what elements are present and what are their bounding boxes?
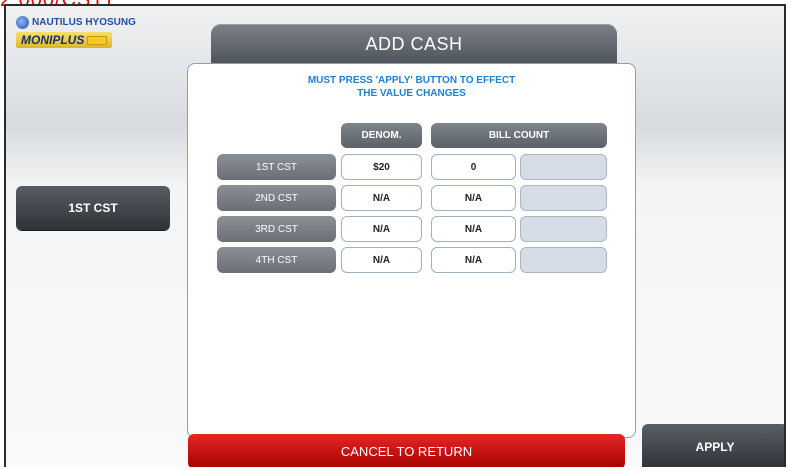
apply-button[interactable]: APPLY [642, 424, 784, 467]
extra-field [520, 247, 607, 273]
cassette-label: 3RD CST [217, 216, 336, 242]
cancel-to-return-button[interactable]: CANCEL TO RETURN [188, 434, 625, 467]
bill-count-field[interactable]: N/A [431, 247, 516, 273]
column-header-bill-count: BILL COUNT [431, 123, 607, 148]
product-mark-icon [87, 35, 108, 45]
table-row: 3RD CST N/A N/A [188, 216, 637, 244]
bill-count-field[interactable]: 0 [431, 154, 516, 180]
denom-field[interactable]: N/A [341, 216, 422, 242]
cassette-label: 4TH CST [217, 247, 336, 273]
product-name: MONIPLUS [21, 33, 85, 47]
table-row: 4TH CST N/A N/A [188, 247, 637, 275]
bill-count-field[interactable]: N/A [431, 216, 516, 242]
apply-notice: MUST PRESS 'APPLY' BUTTON TO EFFECT THE … [188, 74, 635, 100]
denom-field[interactable]: $20 [341, 154, 422, 180]
cassette-label: 2ND CST [217, 185, 336, 211]
table-row: 2ND CST N/A N/A [188, 185, 637, 213]
brand-logo: NAUTILUS HYOSUNG MONIPLUS [16, 16, 166, 48]
extra-field [520, 185, 607, 211]
denom-field[interactable]: N/A [341, 185, 422, 211]
brand-name: NAUTILUS HYOSUNG [32, 17, 136, 28]
page-title: ADD CASH [365, 33, 463, 54]
globe-logo-icon [16, 16, 29, 29]
notice-line-2: THE VALUE CHANGES [357, 88, 466, 99]
atm-screenshot: 2,000/CST) NAUTILUS HYOSUNG MONIPLUS ADD… [0, 0, 791, 471]
bill-count-field[interactable]: N/A [431, 185, 516, 211]
product-badge: MONIPLUS [16, 32, 113, 48]
atm-screen: NAUTILUS HYOSUNG MONIPLUS ADD CASH MUST … [4, 4, 786, 467]
select-1st-cst-button[interactable]: 1ST CST [16, 186, 170, 230]
extra-field [520, 154, 607, 180]
content-panel: MUST PRESS 'APPLY' BUTTON TO EFFECT THE … [187, 63, 636, 438]
column-header-denom: DENOM. [341, 123, 422, 148]
denom-field[interactable]: N/A [341, 247, 422, 273]
title-bar: ADD CASH [211, 24, 617, 64]
notice-line-1: MUST PRESS 'APPLY' BUTTON TO EFFECT [307, 75, 516, 86]
extra-field [520, 216, 607, 242]
brand-line: NAUTILUS HYOSUNG [16, 16, 166, 29]
table-row: 1ST CST $20 0 [188, 154, 637, 182]
cassette-label: 1ST CST [217, 154, 336, 180]
